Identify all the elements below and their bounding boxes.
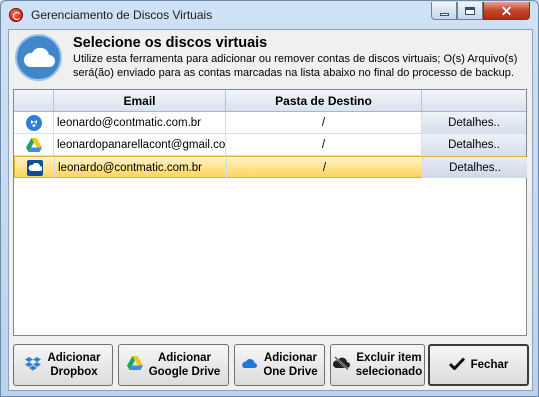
title-bar[interactable]: Gerenciamento de Discos Virtuais ✕ [1, 1, 538, 29]
maximize-icon [465, 6, 475, 15]
table-row-selected[interactable]: leonardo@contmatic.com.br / Detalhes.. [14, 156, 527, 178]
onedrive-icon [26, 159, 43, 176]
email-cell: leonardo@contmatic.com.br [55, 157, 227, 178]
accounts-grid: Email Pasta de Destino leonardo@contmati… [13, 89, 527, 336]
close-icon: ✕ [500, 2, 513, 19]
checkmark-icon [448, 356, 465, 374]
app-window: Gerenciamento de Discos Virtuais ✕ Selec… [0, 0, 539, 397]
pasta-cell: / [226, 134, 422, 155]
page-description: Utilize esta ferramenta para adicionar o… [73, 53, 518, 79]
maximize-button[interactable] [457, 2, 483, 20]
pasta-cell: / [226, 112, 422, 133]
dialog-body: Selecione os discos virtuais Utilize est… [8, 29, 533, 391]
page-title: Selecione os discos virtuais [73, 35, 268, 51]
close-dialog-button[interactable]: Fechar [428, 344, 529, 386]
add-google-drive-button[interactable]: Adicionar Google Drive [118, 344, 229, 386]
details-button[interactable]: Detalhes.. [422, 134, 526, 155]
app-logo-icon [9, 8, 23, 22]
dropbox-icon [25, 356, 42, 375]
column-header-pasta-destino[interactable]: Pasta de Destino [226, 90, 422, 111]
minimize-icon [439, 12, 449, 16]
email-cell: leonardo@contmatic.com.br [54, 112, 226, 133]
table-row[interactable]: leonardopanarellacont@gmail.com / Detalh… [14, 134, 526, 156]
google-drive-icon [25, 137, 42, 153]
email-cell: leonardopanarellacont@gmail.com [54, 134, 226, 155]
onedrive-icon [241, 358, 258, 373]
close-button[interactable]: ✕ [483, 2, 530, 20]
add-dropbox-button[interactable]: Adicionar Dropbox [13, 344, 113, 386]
details-button[interactable]: Detalhes.. [423, 157, 527, 178]
minimize-button[interactable] [431, 2, 457, 20]
pasta-cell: / [227, 157, 423, 178]
grid-header: Email Pasta de Destino [14, 90, 526, 112]
cloud-delete-icon [332, 356, 350, 374]
column-header-email[interactable]: Email [54, 90, 226, 111]
google-drive-icon [126, 356, 143, 374]
window-title: Gerenciamento de Discos Virtuais [31, 8, 213, 22]
column-header-icon[interactable] [14, 90, 54, 111]
dropbox-icon [25, 114, 42, 131]
cloud-icon [15, 34, 62, 81]
delete-selected-button[interactable]: Excluir item selecionado [330, 344, 425, 386]
column-header-details[interactable] [422, 90, 526, 111]
table-row[interactable]: leonardo@contmatic.com.br / Detalhes.. [14, 112, 526, 134]
add-onedrive-button[interactable]: Adicionar One Drive [234, 344, 325, 386]
details-button[interactable]: Detalhes.. [422, 112, 526, 133]
